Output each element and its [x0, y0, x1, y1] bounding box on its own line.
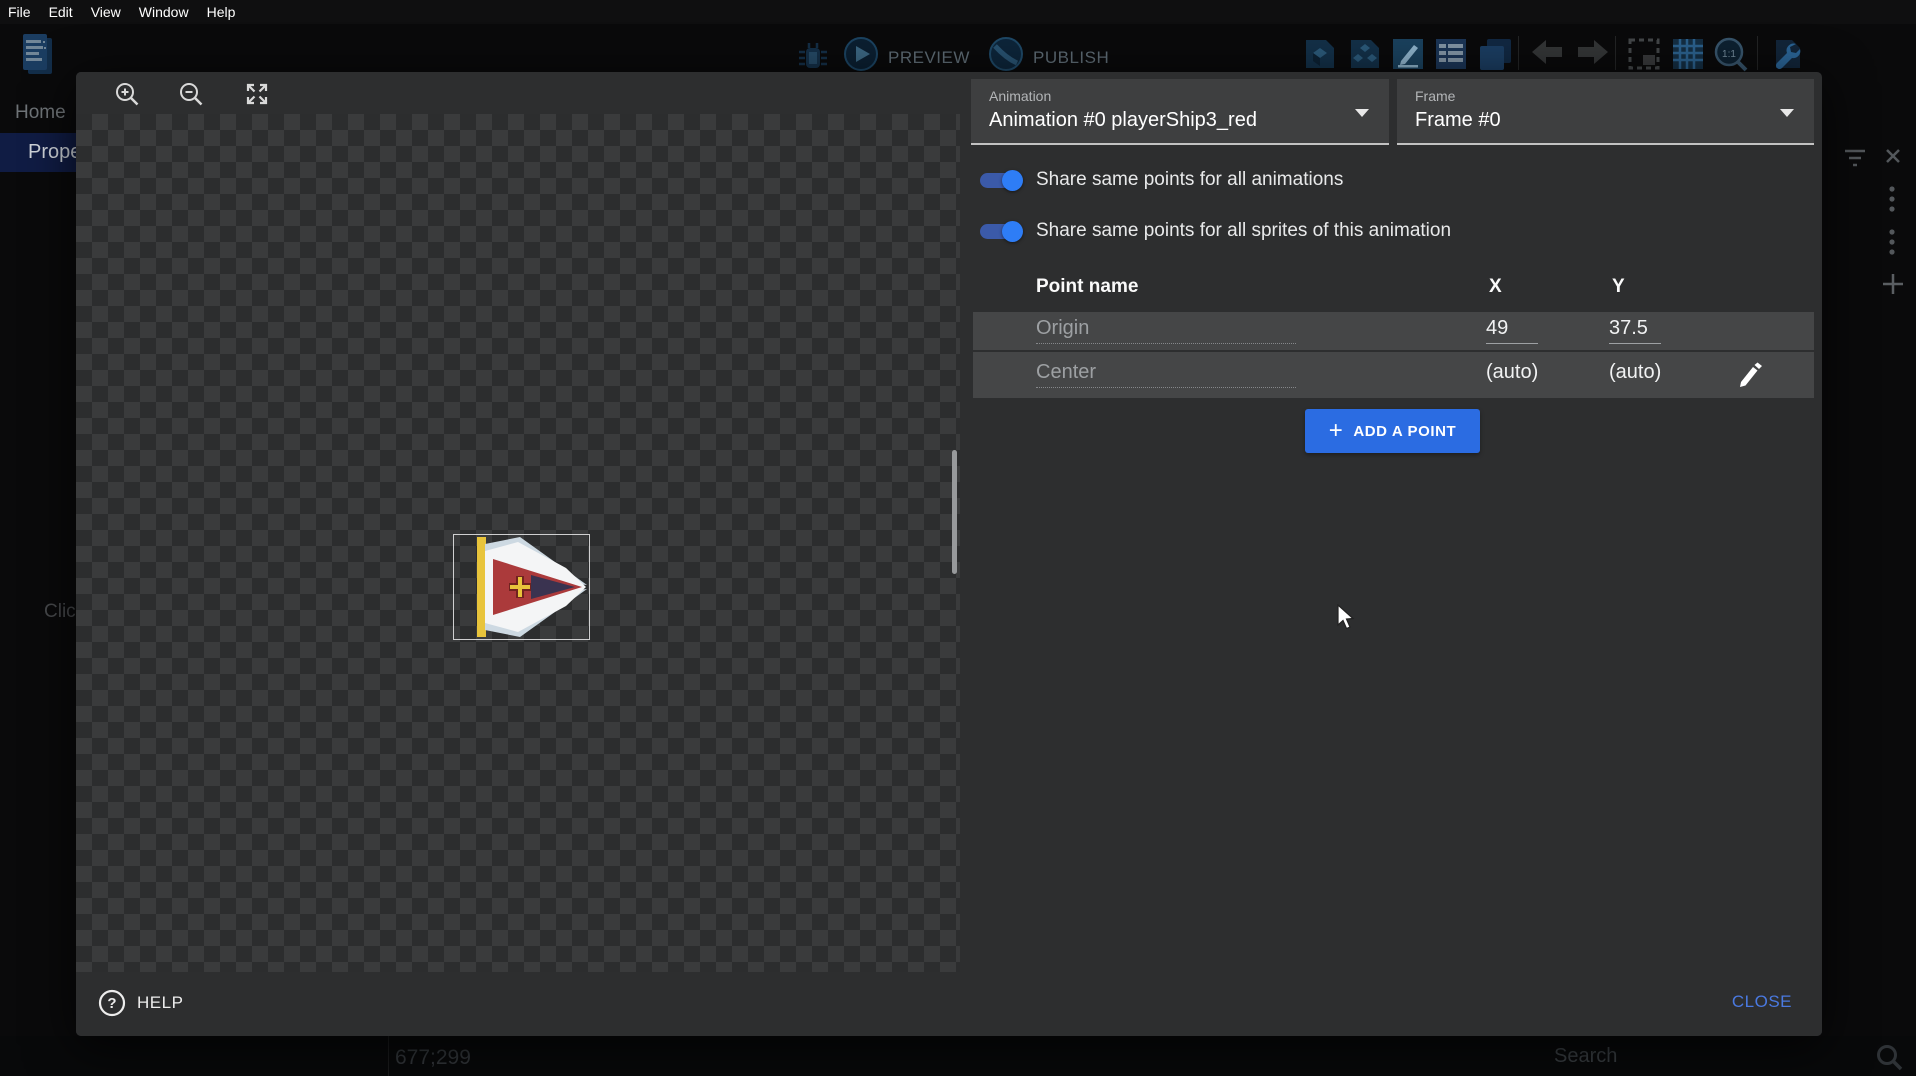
- preview-play-icon[interactable]: [843, 36, 879, 77]
- edit-points-dialog: Animation Animation #0 playerShip3_red F…: [76, 72, 1822, 1036]
- publish-globe-icon[interactable]: [988, 36, 1024, 77]
- frame-select-value: Frame #0: [1415, 109, 1501, 132]
- app-window: File Edit View Window Help PREVIEW PUBLI…: [0, 0, 1916, 1076]
- menu-window[interactable]: Window: [139, 4, 189, 20]
- column-header-point-name: Point name: [1036, 276, 1138, 298]
- chevron-down-icon: [1780, 109, 1794, 117]
- wrench-icon[interactable]: [1768, 36, 1804, 77]
- point-name-field[interactable]: Origin: [1036, 317, 1296, 344]
- close-panel-icon[interactable]: [1884, 147, 1902, 170]
- point-x-auto: (auto): [1486, 361, 1538, 384]
- events-list-icon[interactable]: [1433, 36, 1469, 77]
- menu-help[interactable]: Help: [207, 4, 236, 20]
- sprite-preview-canvas[interactable]: [76, 114, 960, 972]
- tab-home[interactable]: Home: [15, 102, 66, 124]
- close-button[interactable]: CLOSE: [1732, 992, 1792, 1012]
- menu-view[interactable]: View: [91, 4, 121, 20]
- frame-select[interactable]: Frame Frame #0: [1397, 79, 1814, 145]
- player-ship-sprite: [454, 535, 589, 639]
- toggle-knob: [1002, 170, 1023, 191]
- search-icon[interactable]: [1874, 1042, 1904, 1076]
- share-points-all-sprites-toggle[interactable]: [980, 224, 1021, 239]
- edit-pencil-toolbar-icon[interactable]: [1390, 36, 1426, 77]
- mouse-cursor: [1336, 604, 1356, 637]
- objects-group-icon[interactable]: [1347, 36, 1383, 77]
- add-a-point-button[interactable]: + ADD A POINT: [1305, 409, 1480, 453]
- point-x-field[interactable]: 49: [1486, 317, 1538, 344]
- search-input[interactable]: [1552, 1044, 1792, 1069]
- canvas-toolbar: [76, 72, 960, 114]
- layers-icon[interactable]: [1477, 36, 1513, 77]
- canvas-scrollbar[interactable]: [952, 450, 957, 574]
- help-button[interactable]: ? HELP: [98, 989, 183, 1017]
- sprite-selection-rect[interactable]: [453, 534, 590, 640]
- fit-to-view-icon[interactable]: [243, 80, 271, 108]
- animation-select[interactable]: Animation Animation #0 playerShip3_red: [971, 79, 1389, 145]
- help-label: HELP: [137, 993, 183, 1013]
- search-field[interactable]: [1552, 1044, 1792, 1069]
- column-header-x: X: [1489, 276, 1502, 298]
- properties-panel-title: Proper: [28, 141, 76, 164]
- grid-icon[interactable]: [1670, 36, 1706, 77]
- dialog-footer: ? HELP CLOSE: [76, 972, 1822, 1036]
- help-question-icon: ?: [98, 989, 126, 1017]
- point-y-field[interactable]: 37.5: [1609, 317, 1661, 344]
- click-hint-text: Click: [44, 601, 76, 627]
- share-points-all-sprites-label: Share same points for all sprites of thi…: [1036, 220, 1451, 242]
- menu-bar: File Edit View Window Help: [0, 0, 1916, 24]
- filter-icon[interactable]: [1843, 148, 1867, 173]
- cursor-coordinates: 677;299: [395, 1046, 471, 1070]
- point-y-auto: (auto): [1609, 361, 1661, 384]
- table-row-center[interactable]: Center (auto) (auto): [973, 352, 1814, 398]
- toolbar-divider: [1518, 36, 1519, 70]
- more-options-icon[interactable]: [1888, 185, 1896, 218]
- zoom-out-icon[interactable]: [177, 80, 205, 108]
- object-icon[interactable]: [1302, 36, 1338, 77]
- status-divider: [388, 1036, 389, 1076]
- chevron-down-icon: [1355, 109, 1369, 117]
- svg-text:?: ?: [107, 995, 116, 1012]
- preview-button[interactable]: PREVIEW: [888, 48, 970, 68]
- menu-file[interactable]: File: [8, 4, 31, 20]
- animation-select-value: Animation #0 playerShip3_red: [989, 109, 1257, 132]
- undo-icon[interactable]: [1528, 38, 1568, 75]
- menu-edit[interactable]: Edit: [49, 4, 73, 20]
- table-row-origin[interactable]: Origin 49 37.5: [973, 312, 1814, 350]
- toggle-knob: [1002, 221, 1023, 242]
- toolbar-divider: [1615, 36, 1616, 70]
- publish-button[interactable]: PUBLISH: [1033, 48, 1109, 68]
- svg-text:1:1: 1:1: [1722, 49, 1736, 60]
- toolbar-divider: [1757, 36, 1758, 70]
- frame-select-label: Frame: [1415, 88, 1455, 104]
- add-icon[interactable]: [1881, 272, 1905, 301]
- mask-selection-icon[interactable]: [1626, 36, 1662, 77]
- point-name-field[interactable]: Center: [1036, 361, 1296, 388]
- redo-icon[interactable]: [1572, 38, 1612, 75]
- project-manager-icon[interactable]: [20, 32, 56, 85]
- column-header-y: Y: [1612, 276, 1625, 298]
- edit-pencil-icon[interactable]: [1733, 359, 1763, 394]
- share-points-all-animations-toggle[interactable]: [980, 173, 1021, 188]
- more-options-icon[interactable]: [1888, 228, 1896, 261]
- plus-icon: +: [1329, 421, 1344, 441]
- share-points-all-animations-label: Share same points for all animations: [1036, 169, 1343, 191]
- zoom-in-icon[interactable]: [113, 80, 141, 108]
- properties-panel-header[interactable]: Proper: [0, 133, 76, 172]
- animation-select-label: Animation: [989, 88, 1051, 104]
- add-a-point-label: ADD A POINT: [1353, 423, 1456, 440]
